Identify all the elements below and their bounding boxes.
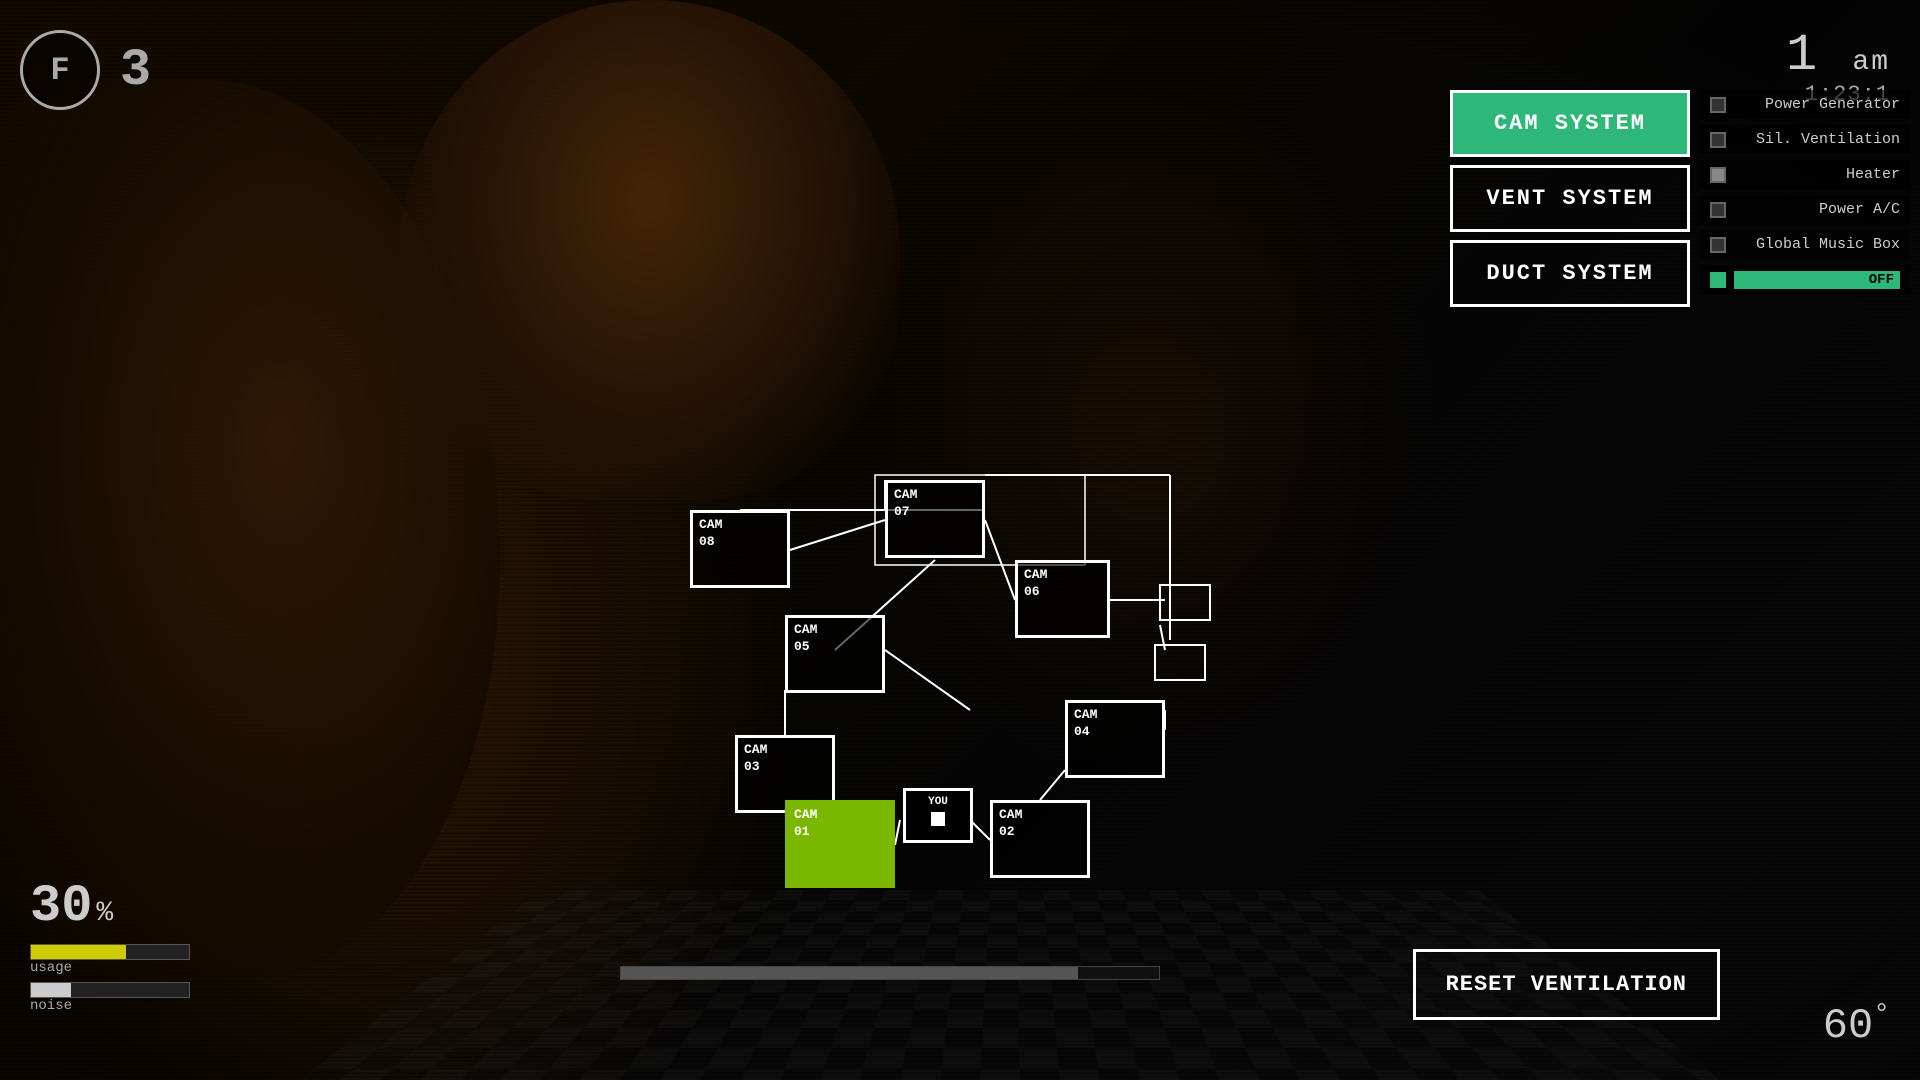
sidebar-item-off-toggle[interactable]: OFF	[1700, 265, 1910, 295]
global-music-label: Global Music Box	[1734, 236, 1900, 253]
cam-system-button[interactable]: CAM SYSTEM	[1450, 90, 1690, 157]
heater-label: Heater	[1734, 166, 1900, 183]
heater-indicator	[1710, 167, 1726, 183]
off-toggle-bar: OFF	[1734, 271, 1900, 289]
freddy-silhouette	[400, 0, 900, 500]
power-gen-label: Power Generator	[1734, 96, 1900, 113]
cam-01-node[interactable]: CAM01	[785, 800, 895, 888]
power-gen-indicator	[1710, 97, 1726, 113]
camera-map[interactable]: CAM08 CAM07 CAM06 CAM05 CAM04 CAM03 CAM0…	[620, 470, 1240, 950]
power-ac-indicator	[1710, 202, 1726, 218]
cam-04-node[interactable]: CAM04	[1065, 700, 1165, 778]
duct-system-button[interactable]: DUCT SYSTEM	[1450, 240, 1690, 307]
sidebar-item-power-ac[interactable]: Power A/C	[1700, 195, 1910, 224]
you-node: YOU	[903, 788, 973, 843]
system-buttons-panel: CAM SYSTEM VENT SYSTEM DUCT SYSTEM	[1450, 90, 1690, 307]
sidebar-item-global-music[interactable]: Global Music Box	[1700, 230, 1910, 259]
cam-02-node[interactable]: CAM02	[990, 800, 1090, 878]
sil-vent-label: Sil. Ventilation	[1734, 131, 1900, 148]
sil-vent-indicator	[1710, 132, 1726, 148]
off-toggle-label: OFF	[1869, 272, 1894, 288]
cam-07-node[interactable]: CAM07	[885, 480, 985, 558]
cam-08-node[interactable]: CAM08	[690, 510, 790, 588]
vent-system-button[interactable]: VENT SYSTEM	[1450, 165, 1690, 232]
power-ac-label: Power A/C	[1734, 201, 1900, 218]
sidebar-item-heater[interactable]: Heater	[1700, 160, 1910, 189]
global-music-indicator	[1710, 237, 1726, 253]
cam-05-node[interactable]: CAM05	[785, 615, 885, 693]
reset-ventilation-button[interactable]: RESET VENTILATION	[1413, 949, 1720, 1020]
sidebar-item-power-generator[interactable]: Power Generator	[1700, 90, 1910, 119]
cam-06-node[interactable]: CAM06	[1015, 560, 1110, 638]
off-toggle-indicator	[1710, 272, 1726, 288]
sidebar-item-sil-ventilation[interactable]: Sil. Ventilation	[1700, 125, 1910, 154]
